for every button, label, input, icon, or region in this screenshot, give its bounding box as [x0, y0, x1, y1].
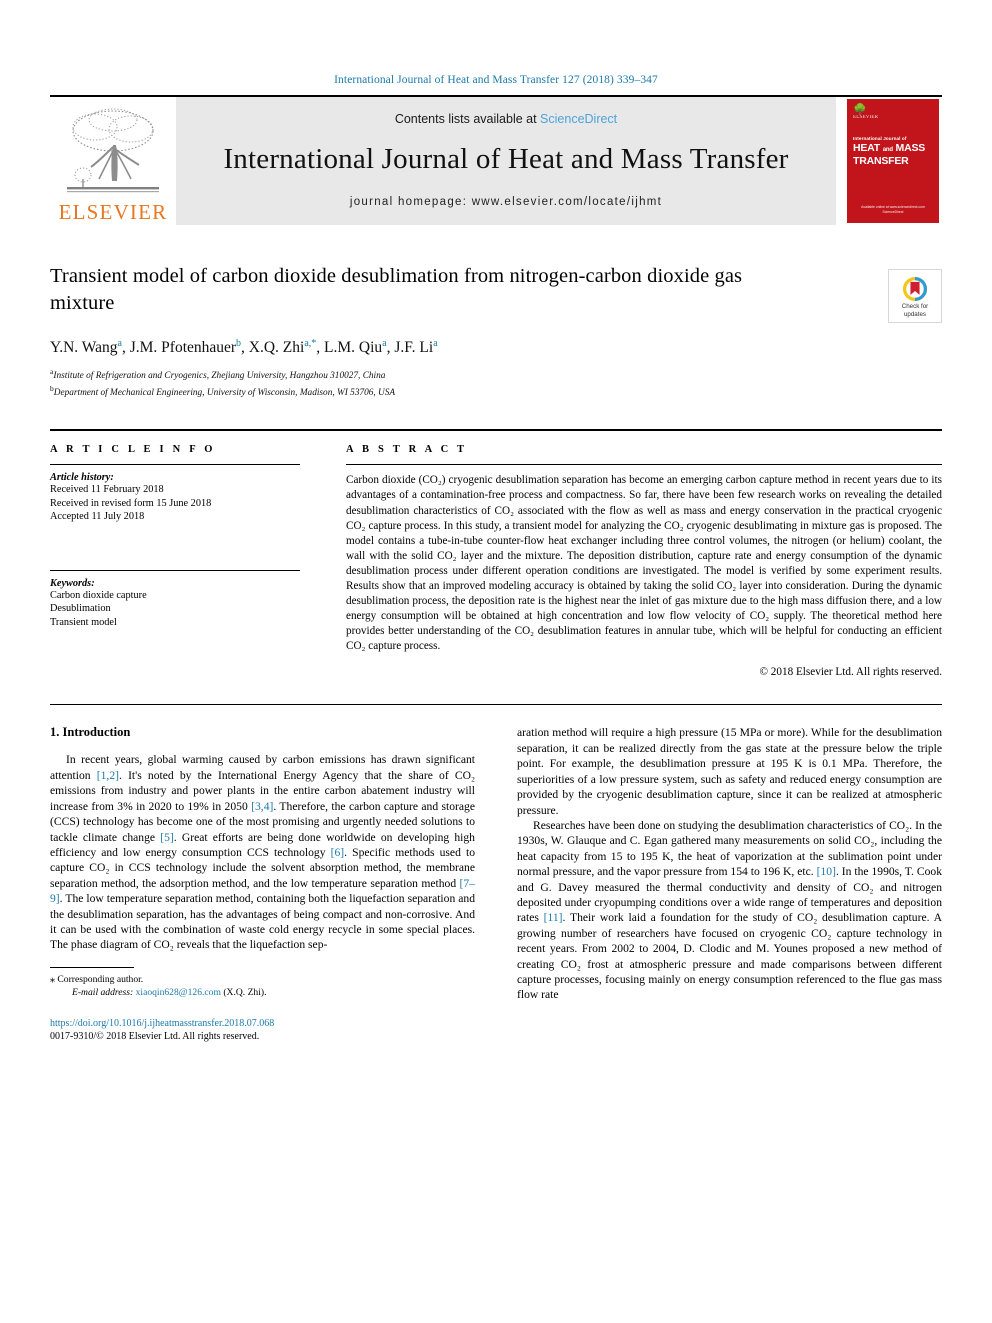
- keywords-title: Keywords:: [50, 577, 95, 589]
- abstract-text: Carbon dioxide (CO₂) cryogenic desublima…: [346, 474, 942, 653]
- doi-link[interactable]: https://doi.org/10.1016/j.ijheatmasstran…: [50, 1017, 475, 1031]
- divider: [50, 464, 300, 466]
- keyword-item: Transient model: [50, 616, 117, 628]
- info-abstract-section: A R T I C L E I N F O Article history: R…: [50, 429, 942, 678]
- author-affil-mark: b: [236, 338, 242, 349]
- journal-cover-thumbnail: 🌳 ELSEVIER International Journal of HEAT…: [844, 97, 942, 225]
- email-owner: (X.Q. Zhi).: [223, 986, 267, 998]
- citation-ref[interactable]: [11]: [544, 911, 563, 924]
- masthead-center-panel: Contents lists available at ScienceDirec…: [176, 97, 836, 225]
- footnote-divider: [50, 966, 134, 968]
- email-note: E-mail address: xiaoqin628@126.com (X.Q.…: [50, 986, 475, 999]
- page-title: Transient model of carbon dioxide desubl…: [50, 265, 743, 314]
- author-item: L.M. Qiua: [324, 338, 387, 357]
- keyword-item: Carbon dioxide capture: [50, 589, 147, 601]
- divider: [50, 569, 300, 571]
- paragraph: In recent years, global warming caused b…: [50, 753, 476, 952]
- author-name: J.M. Pfotenhauer: [129, 339, 237, 357]
- affiliation-item: aInstitute of Refrigeration and Cryogeni…: [50, 366, 942, 383]
- journal-title: International Journal of Heat and Mass T…: [223, 143, 789, 175]
- author-name: Y.N. Wang: [50, 339, 118, 357]
- cover-title-and: and: [882, 147, 893, 153]
- article-history-item: Accepted 11 July 2018: [50, 511, 145, 523]
- citation-ref[interactable]: [7–9]: [50, 877, 475, 905]
- cover-kicker: International Journal of: [853, 136, 907, 141]
- citation-ref[interactable]: [5]: [160, 831, 174, 844]
- journal-masthead: ELSEVIER Contents lists available at Sci…: [50, 95, 942, 225]
- article-info-column: A R T I C L E I N F O Article history: R…: [50, 444, 300, 678]
- divider: [50, 704, 942, 706]
- citation-ref[interactable]: [6]: [331, 846, 345, 859]
- citation-ref[interactable]: [3,4]: [251, 800, 273, 813]
- paragraph: Researches have been done on studying th…: [517, 818, 942, 1002]
- section-heading-introduction: 1. Introduction: [50, 725, 131, 740]
- cover-title-transfer: TRANSFER: [853, 155, 909, 167]
- citation-ref[interactable]: [10]: [817, 865, 836, 878]
- elsevier-wordmark: ELSEVIER: [58, 200, 168, 224]
- running-head: International Journal of Heat and Mass T…: [334, 74, 658, 86]
- cover-footer-text: Available online at www.sciencedirect.co…: [861, 205, 925, 214]
- divider: [346, 464, 942, 466]
- affiliation-text: Department of Mechanical Engineering, Un…: [53, 387, 396, 398]
- keyword-item: Desublimation: [50, 603, 111, 615]
- article-history-title: Article history:: [50, 472, 114, 484]
- check-for-updates-icon: [902, 277, 928, 302]
- corresponding-author-text: Corresponding author.: [57, 973, 144, 985]
- author-item: J.M. Pfotenhauerb: [129, 338, 242, 357]
- author-affil-mark: a: [117, 338, 122, 349]
- issn-copyright-line: 0017-9310/© 2018 Elsevier Ltd. All right…: [50, 1031, 260, 1043]
- affiliation-list: aInstitute of Refrigeration and Cryogeni…: [50, 366, 942, 399]
- title-block: Transient model of carbon dioxide desubl…: [50, 263, 942, 323]
- crossmark-label: Check for updates: [901, 303, 929, 318]
- author-affil-mark: a,*: [304, 338, 317, 349]
- article-history-item: Received in revised form 15 June 2018: [50, 497, 212, 509]
- asterisk-icon: ⁎: [50, 973, 55, 985]
- cover-title-heat: HEAT: [853, 142, 881, 154]
- author-list: Y.N. Wanga, J.M. Pfotenhauerb, X.Q. Zhia…: [50, 338, 438, 357]
- elsevier-logo: ELSEVIER: [50, 97, 176, 225]
- elsevier-tree-icon: [67, 108, 159, 193]
- author-affil-mark: a: [382, 338, 387, 349]
- contents-prefix: Contents lists available at: [394, 112, 541, 126]
- journal-cover-image: 🌳 ELSEVIER International Journal of HEAT…: [847, 99, 939, 223]
- journal-homepage-link[interactable]: journal homepage: www.elsevier.com/locat…: [350, 196, 662, 208]
- contents-lists-line: Contents lists available at ScienceDirec…: [395, 112, 617, 126]
- crossmark-badge[interactable]: Check for updates: [888, 269, 942, 323]
- author-name: J.F. Li: [394, 339, 434, 357]
- keywords-block: Keywords: Carbon dioxide capture Desubli…: [50, 569, 300, 630]
- body-column-left: 1. Introduction In recent years, global …: [50, 725, 475, 1043]
- body-columns: 1. Introduction In recent years, global …: [50, 725, 942, 1043]
- doi-block: https://doi.org/10.1016/j.ijheatmasstran…: [50, 1017, 475, 1044]
- paragraph: aration method will require a high press…: [517, 726, 942, 817]
- citation-ref[interactable]: [1,2]: [97, 769, 119, 782]
- body-column-right: aration method will require a high press…: [517, 725, 942, 1043]
- author-name: X.Q. Zhi: [248, 339, 305, 357]
- author-name: L.M. Qiu: [324, 339, 383, 357]
- affiliation-item: bDepartment of Mechanical Engineering, U…: [50, 383, 942, 400]
- copyright-line: © 2018 Elsevier Ltd. All rights reserved…: [759, 666, 943, 679]
- footnote-block: ⁎ Corresponding author. E-mail address: …: [50, 966, 475, 1044]
- cover-publisher-label: ELSEVIER: [853, 115, 879, 120]
- affiliation-text: Institute of Refrigeration and Cryogenic…: [53, 371, 386, 382]
- author-item: X.Q. Zhia,*: [248, 338, 317, 357]
- abstract-column: A B S T R A C T Carbon dioxide (CO₂) cry…: [346, 444, 942, 678]
- email-label: E-mail address:: [72, 986, 134, 998]
- email-link[interactable]: xiaoqin628@126.com: [136, 987, 221, 998]
- article-history-item: Received 11 February 2018: [50, 484, 164, 496]
- cover-title: HEAT and MASS TRANSFER: [853, 143, 933, 167]
- sciencedirect-link[interactable]: ScienceDirect: [540, 112, 617, 126]
- author-affil-mark: a: [433, 338, 438, 349]
- author-item: J.F. Lia: [394, 338, 438, 357]
- cover-tree-icon: 🌳: [853, 104, 867, 116]
- article-info-heading: A R T I C L E I N F O: [50, 444, 216, 456]
- paper-page: International Journal of Heat and Mass T…: [0, 0, 992, 1323]
- author-item: Y.N. Wanga: [50, 338, 122, 357]
- cover-title-mass: MASS: [895, 142, 926, 154]
- abstract-heading: A B S T R A C T: [346, 444, 468, 456]
- corresponding-author-note: ⁎ Corresponding author.: [50, 973, 475, 986]
